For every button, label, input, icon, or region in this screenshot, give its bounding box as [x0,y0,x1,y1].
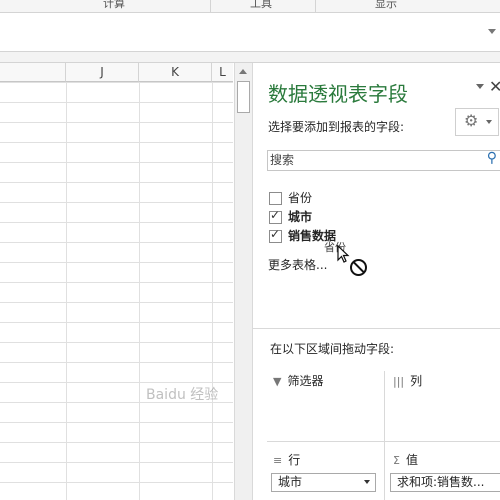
field-item-city[interactable]: ✓ 城市 [269,208,312,224]
close-icon[interactable]: ✕ [489,77,500,96]
field-label: 省份 [288,191,313,205]
formula-bar[interactable] [0,13,500,52]
values-label: 值 [405,453,418,467]
columns-area-label: ||| 列 [393,372,422,389]
no-drop-icon [350,259,367,276]
grid-column-line [139,82,140,500]
area-divider [384,371,385,500]
worksheet-grid[interactable]: J K L [0,63,233,500]
columns-icon: ||| [393,375,405,388]
checkbox[interactable]: ✓ [269,208,282,224]
column-header-i[interactable] [0,63,66,82]
grid-column-line [66,82,67,500]
columns-label: 列 [410,374,423,388]
ribbon-group-labels: 计算 工具 显示 [0,0,500,13]
field-item-province[interactable]: 省份 [269,189,312,205]
filters-label: 筛选器 [287,374,324,388]
choose-fields-label: 选择要添加到报表的字段: [268,120,405,134]
filter-icon: ▼ [273,375,282,388]
pivot-field-list-pane: 数据透视表字段 ✕ 选择要添加到报表的字段: ⚙ ⚲ 省份 ✓城市 ✓销售数据 … [253,63,500,500]
checkbox[interactable]: ✓ [269,227,282,243]
ribbon-group-tools: 工具 [250,0,272,10]
field-label: 城市 [288,210,313,224]
pane-divider [253,328,500,329]
rows-area-label: ≡ 行 [273,451,300,468]
search-input[interactable] [270,152,470,168]
grid-column-line [212,82,213,500]
more-tables-link[interactable]: 更多表格... [268,256,327,273]
chevron-down-icon[interactable] [364,480,370,484]
ribbon-separator [315,0,316,12]
values-area-label: Σ值 [393,451,418,468]
checkbox[interactable] [269,192,282,205]
expand-formula-bar-icon[interactable] [488,29,496,34]
column-header-k[interactable]: K [139,63,212,82]
rows-field-label: 城市 [278,475,303,489]
chevron-down-icon [486,120,492,124]
pane-title: 数据透视表字段 [268,82,408,106]
checkmark-icon: ✓ [270,208,281,222]
drag-fields-hint: 在以下区域间拖动字段: [270,342,395,356]
area-divider [267,441,500,442]
sheet-top-border [0,52,500,63]
ribbon-group-calculate: 计算 [103,0,125,10]
vertical-scrollbar[interactable] [234,63,253,500]
watermark: Baidu 经验 [146,387,219,403]
filters-area-label: ▼ 筛选器 [273,372,323,389]
search-icon[interactable]: ⚲ [487,150,497,166]
gear-icon: ⚙ [464,111,479,130]
column-header-l[interactable]: L [212,63,233,82]
field-search[interactable]: ⚲ [267,150,500,171]
ribbon-group-show: 显示 [375,0,397,10]
values-field-sum-sales[interactable]: 求和项:销售数... [390,473,500,492]
sigma-icon: Σ [393,454,400,467]
rows-icon: ≡ [273,454,283,467]
values-field-label: 求和项:销售数... [397,475,485,489]
grid-rows[interactable] [0,82,233,500]
scrollbar-thumb[interactable] [237,81,250,113]
scroll-up-icon[interactable] [239,69,247,74]
rows-label: 行 [288,453,301,467]
ribbon-separator [210,0,211,12]
checkmark-icon: ✓ [270,227,281,241]
layout-settings-button[interactable]: ⚙ [455,108,499,136]
pane-options-dropdown-icon[interactable] [476,84,484,89]
rows-field-city[interactable]: 城市 [271,473,376,492]
column-header-j[interactable]: J [66,63,139,82]
